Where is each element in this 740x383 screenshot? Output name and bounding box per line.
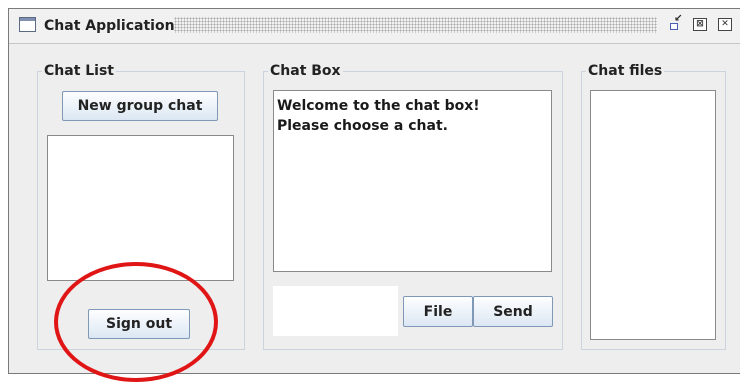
chat-messages-area[interactable]: Welcome to the chat box! Please choose a…	[273, 90, 552, 272]
chat-box-title: Chat Box	[268, 62, 343, 80]
window-icon	[19, 17, 36, 32]
iconify-icon[interactable]	[669, 14, 683, 31]
new-group-chat-button[interactable]: New group chat	[62, 91, 218, 121]
title-bar-grip[interactable]	[174, 17, 657, 33]
chat-list[interactable]	[47, 135, 234, 281]
close-icon[interactable]: ✕	[718, 18, 732, 31]
message-input[interactable]	[273, 286, 398, 336]
title-bar[interactable]: Chat Application ⊠ ✕	[9, 9, 740, 44]
sign-out-button[interactable]: Sign out	[88, 309, 190, 339]
file-button[interactable]: File	[403, 296, 473, 327]
window-title: Chat Application	[44, 18, 175, 34]
send-button[interactable]: Send	[473, 296, 553, 327]
chat-message-line: Please choose a chat.	[277, 118, 448, 134]
chat-files-title: Chat files	[586, 62, 665, 80]
chat-list-title: Chat List	[42, 62, 116, 80]
chat-message-line: Welcome to the chat box!	[277, 98, 480, 114]
chat-files-list[interactable]	[590, 90, 716, 340]
maximize-icon[interactable]: ⊠	[693, 18, 707, 31]
